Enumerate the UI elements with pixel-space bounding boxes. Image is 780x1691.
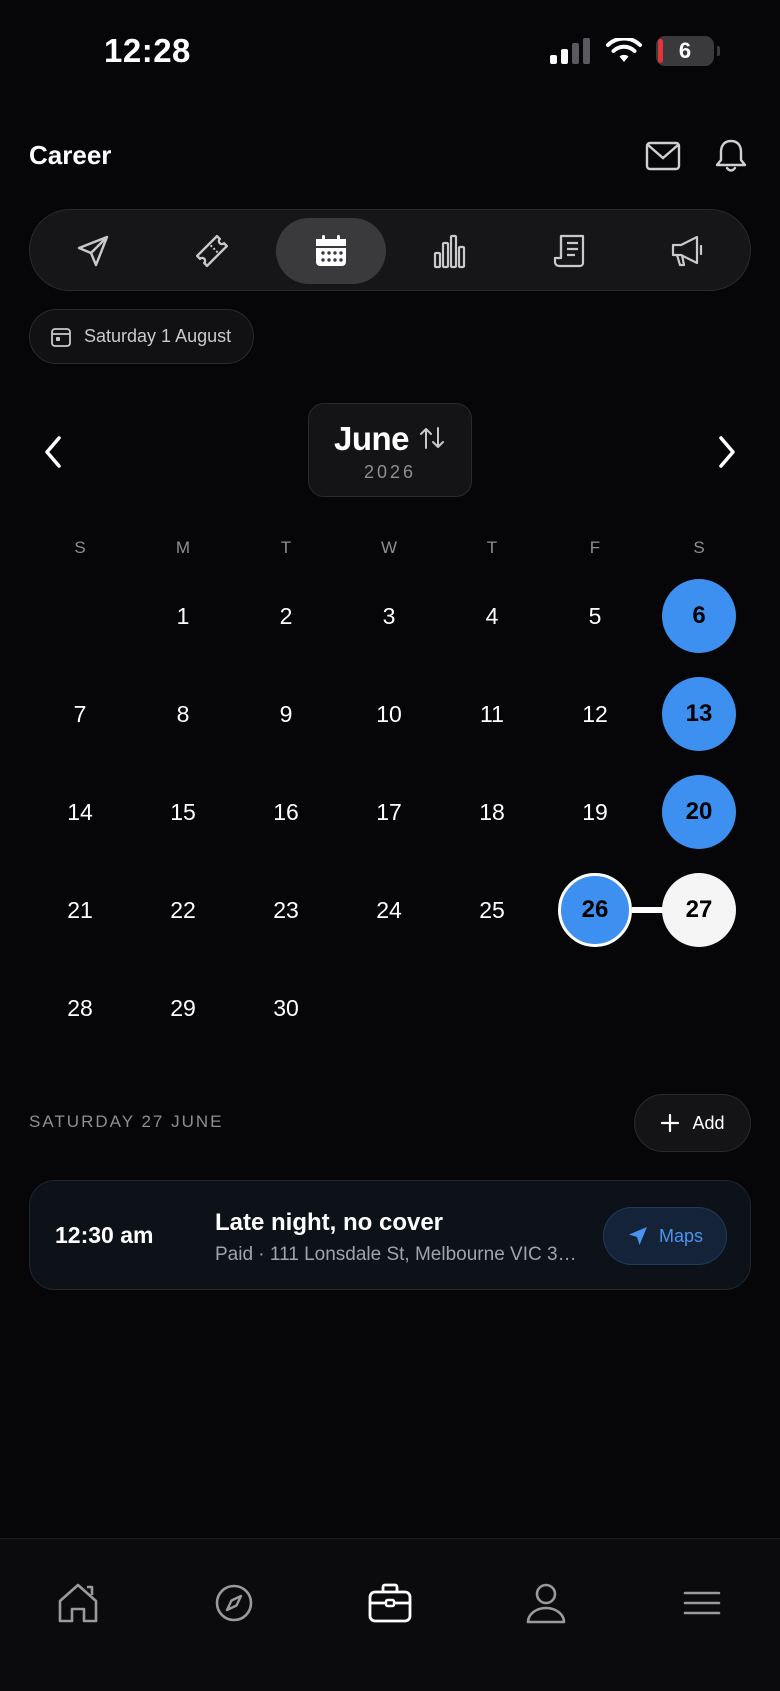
navigation-arrow-icon <box>628 1227 647 1245</box>
home-icon <box>58 1583 98 1623</box>
maps-button[interactable]: Maps <box>603 1207 727 1265</box>
calendar-day[interactable]: 1 <box>146 579 220 653</box>
plus-icon <box>661 1113 680 1133</box>
calendar-day[interactable]: 12 <box>558 677 632 751</box>
calendar-day[interactable]: 27 <box>662 873 736 947</box>
nav-career[interactable] <box>360 1573 420 1633</box>
nav-home[interactable] <box>48 1573 108 1633</box>
calendar-day[interactable]: 16 <box>249 775 323 849</box>
event-time: 12:30 am <box>55 1222 154 1248</box>
calendar-day[interactable]: 9 <box>249 677 323 751</box>
calendar-day[interactable]: 4 <box>455 579 529 653</box>
event-title: Late night, no cover <box>215 1209 444 1236</box>
nav-menu[interactable] <box>672 1573 732 1633</box>
briefcase-icon <box>368 1583 412 1623</box>
calendar-day[interactable]: 8 <box>146 677 220 751</box>
add-button-label: Add <box>692 1112 725 1133</box>
nav-profile[interactable] <box>516 1573 576 1633</box>
menu-icon <box>683 1591 721 1615</box>
calendar-day[interactable]: 21 <box>43 873 117 947</box>
calendar-day[interactable]: 28 <box>43 971 117 1045</box>
calendar-day[interactable]: 29 <box>146 971 220 1045</box>
event-subtitle: Paid · 111 Lonsdale St, Melbourne VIC 30… <box>215 1244 585 1265</box>
bottom-nav <box>0 1538 780 1691</box>
maps-button-label: Maps <box>658 1225 703 1246</box>
add-event-button[interactable]: Add <box>634 1094 751 1152</box>
calendar-day[interactable]: 23 <box>249 873 323 947</box>
calendar-day[interactable]: 7 <box>43 677 117 751</box>
profile-icon <box>526 1583 566 1624</box>
calendar-day[interactable]: 5 <box>558 579 632 653</box>
calendar-day[interactable]: 24 <box>352 873 426 947</box>
calendar-day[interactable]: 26 <box>558 873 632 947</box>
calendar-day[interactable]: 19 <box>558 775 632 849</box>
calendar-day[interactable]: 25 <box>455 873 529 947</box>
nav-explore[interactable] <box>204 1573 264 1633</box>
calendar-day[interactable]: 30 <box>249 971 323 1045</box>
calendar-day[interactable]: 18 <box>455 775 529 849</box>
calendar-grid: 1 2 3 4 5 6 7 8 9 10 11 12 13 14 15 16 17 18 19 20 21 22 23 24 2… <box>0 0 780 1100</box>
calendar-day[interactable]: 20 <box>662 775 736 849</box>
calendar-day[interactable]: 14 <box>43 775 117 849</box>
calendar-day[interactable]: 11 <box>455 677 529 751</box>
calendar-day[interactable]: 13 <box>662 677 736 751</box>
calendar-day[interactable]: 17 <box>352 775 426 849</box>
selected-day-label: SATURDAY 27 JUNE <box>29 1112 224 1131</box>
calendar-day[interactable]: 2 <box>249 579 323 653</box>
calendar-day[interactable]: 6 <box>662 579 736 653</box>
calendar-day[interactable]: 22 <box>146 873 220 947</box>
compass-icon <box>215 1584 253 1622</box>
calendar-day[interactable]: 3 <box>352 579 426 653</box>
calendar-day[interactable]: 15 <box>146 775 220 849</box>
calendar-day[interactable]: 10 <box>352 677 426 751</box>
event-card[interactable]: 12:30 am Late night, no cover Paid · 111… <box>29 1180 751 1290</box>
